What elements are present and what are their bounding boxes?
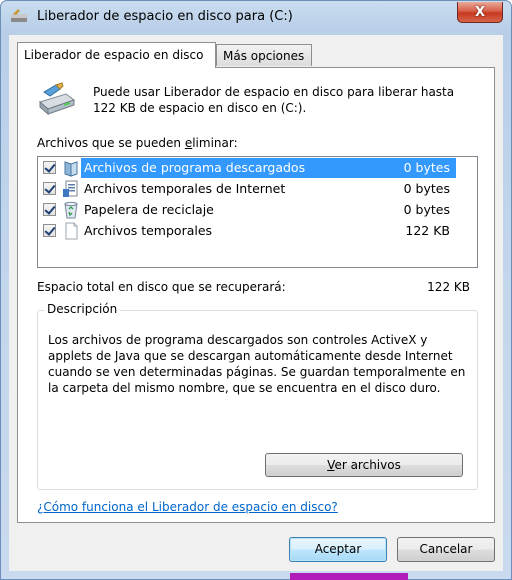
folder-icon xyxy=(64,161,78,177)
checkbox[interactable] xyxy=(43,161,56,174)
file-size: 0 bytes xyxy=(403,181,450,196)
tab-disk-cleanup[interactable]: Liberador de espacio en disco xyxy=(17,42,216,68)
close-button[interactable]: X xyxy=(457,2,503,23)
checkbox[interactable] xyxy=(43,224,56,237)
description-title: Descripción xyxy=(44,302,121,316)
intro-text: Puede usar Liberador de espacio en disco… xyxy=(93,85,455,115)
file-name: Archivos temporales de Internet xyxy=(84,181,286,196)
checkbox[interactable] xyxy=(43,203,56,216)
files-to-delete-list[interactable]: Archivos de programa descargados 0 bytes… xyxy=(37,156,478,268)
title-bar[interactable]: Liberador de espacio en disco para (C:) … xyxy=(1,1,511,35)
file-name: Archivos temporales xyxy=(84,223,213,238)
list-item[interactable]: Archivos temporales de Internet 0 bytes xyxy=(39,179,458,199)
view-files-button[interactable]: Ver archivos xyxy=(265,453,463,477)
drive-cleanup-icon xyxy=(38,82,76,116)
view-files-label: er archivos xyxy=(334,458,401,472)
tab-more-options[interactable]: Más opciones xyxy=(216,44,312,66)
cancel-button[interactable]: Cancelar xyxy=(397,537,495,562)
disk-cleanup-window: Liberador de espacio en disco para (C:) … xyxy=(0,0,512,580)
blank-page-icon xyxy=(65,222,78,240)
total-space-value: 122 KB xyxy=(427,280,470,294)
files-label-text: Archivos que se pueden xyxy=(37,136,185,150)
description-text: Los archivos de programa descargados son… xyxy=(48,333,466,395)
file-name: Papelera de reciclaje xyxy=(84,202,214,217)
disk-cleanup-app-icon xyxy=(11,9,27,22)
file-size: 0 bytes xyxy=(403,160,450,175)
file-size: 122 KB xyxy=(405,223,450,238)
files-label-text-end: liminar: xyxy=(192,136,238,150)
total-space-label: Espacio total en disco que se recuperará… xyxy=(37,280,286,294)
recycle-bin-icon xyxy=(64,201,78,219)
list-item[interactable]: Archivos temporales 122 KB xyxy=(39,221,458,241)
taskbar-strip xyxy=(290,573,408,580)
description-group: Descripción Los archivos de programa des… xyxy=(37,302,478,490)
close-icon: X xyxy=(474,4,486,20)
dialog-client-area: Liberador de espacio en disco Más opcion… xyxy=(9,35,503,571)
list-item[interactable]: Papelera de reciclaje 0 bytes xyxy=(39,200,458,220)
file-name: Archivos de programa descargados xyxy=(84,160,306,175)
tab-panel: Puede usar Liberador de espacio en disco… xyxy=(17,67,495,523)
window-title: Liberador de espacio en disco para (C:) xyxy=(37,9,293,24)
help-link[interactable]: ¿Cómo funciona el Liberador de espacio e… xyxy=(37,500,338,514)
files-to-delete-label: Archivos que se pueden eliminar: xyxy=(37,136,238,150)
ok-button[interactable]: Aceptar xyxy=(289,537,387,562)
document-icon xyxy=(63,180,78,197)
file-size: 0 bytes xyxy=(403,202,450,217)
list-item[interactable]: Archivos de programa descargados 0 bytes xyxy=(39,158,458,178)
checkbox[interactable] xyxy=(43,182,56,195)
